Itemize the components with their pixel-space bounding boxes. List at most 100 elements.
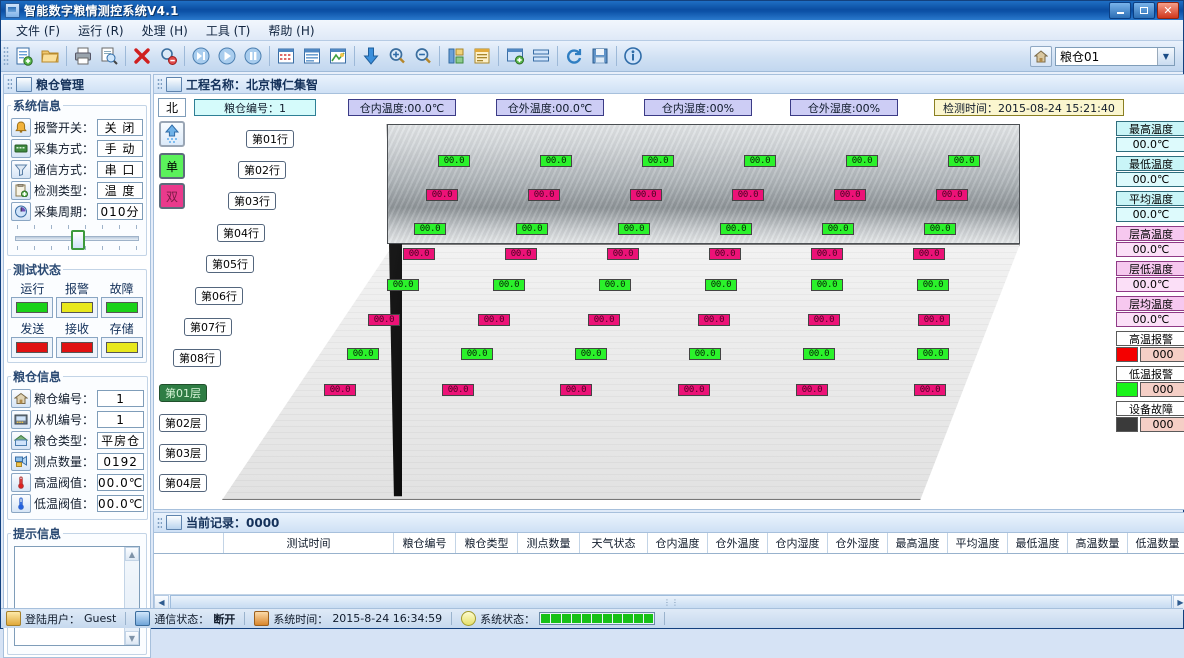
sensor-cell[interactable]: 00.0 [918, 314, 950, 326]
sensor-cell[interactable]: 00.0 [493, 279, 525, 291]
panel-grip[interactable] [7, 78, 12, 90]
records-column-header[interactable]: 高温数量 [1068, 533, 1128, 553]
play-icon[interactable] [214, 43, 240, 69]
open-folder-icon[interactable] [37, 43, 63, 69]
records-column-header[interactable]: 仓外湿度 [828, 533, 888, 553]
sensor-cell[interactable]: 00.0 [442, 384, 474, 396]
records-column-header[interactable]: 仓外温度 [708, 533, 768, 553]
records-column-header[interactable]: 低温数量 [1128, 533, 1184, 553]
chart-image-icon[interactable] [325, 43, 351, 69]
refresh-icon[interactable] [561, 43, 587, 69]
menu-run[interactable]: 运行 (R) [69, 20, 133, 41]
sensor-cell[interactable]: 00.0 [803, 348, 835, 360]
sensor-cell[interactable]: 00.0 [808, 314, 840, 326]
rows-icon[interactable] [528, 43, 554, 69]
zoom-out-icon[interactable] [410, 43, 436, 69]
sensor-cell[interactable]: 00.0 [678, 384, 710, 396]
sensor-cell[interactable]: 00.0 [811, 279, 843, 291]
records-column-header[interactable]: 测点数量 [518, 533, 580, 553]
layer-label-1[interactable]: 第01层 [159, 384, 207, 402]
records-column-header[interactable]: 测试时间 [224, 533, 394, 553]
records-column-header[interactable]: 粮仓编号 [394, 533, 456, 553]
download-icon[interactable] [358, 43, 384, 69]
zoom-in-icon[interactable] [384, 43, 410, 69]
layer-label-2[interactable]: 第02层 [159, 414, 207, 432]
pause-icon[interactable] [240, 43, 266, 69]
layer-label-3[interactable]: 第03层 [159, 444, 207, 462]
toolbar-grip[interactable] [3, 46, 9, 66]
sensor-cell[interactable]: 00.0 [705, 279, 737, 291]
sensor-cell[interactable]: 00.0 [709, 248, 741, 260]
report-icon[interactable] [469, 43, 495, 69]
sensor-cell[interactable]: 00.0 [913, 248, 945, 260]
search-remove-icon[interactable] [155, 43, 181, 69]
chevron-down-icon[interactable]: ▼ [1157, 47, 1174, 65]
menu-file[interactable]: 文件 (F) [7, 20, 69, 41]
list-icon[interactable] [299, 43, 325, 69]
menu-process[interactable]: 处理 (H) [133, 20, 197, 41]
sensor-cell[interactable]: 00.0 [505, 248, 537, 260]
sensor-cell[interactable]: 00.0 [461, 348, 493, 360]
hint-scrollbar[interactable]: ▲ ▼ [124, 547, 139, 645]
sensor-cell[interactable]: 00.0 [560, 384, 592, 396]
print-preview-icon[interactable] [96, 43, 122, 69]
silo-combo[interactable]: 粮仓01 ▼ [1055, 46, 1175, 66]
sensor-cell[interactable]: 00.0 [917, 348, 949, 360]
records-column-header[interactable]: 天气状态 [580, 533, 648, 553]
collect-mode-value[interactable]: 手 动 [97, 140, 143, 157]
window-add-icon[interactable] [502, 43, 528, 69]
menu-tools[interactable]: 工具 (T) [197, 20, 260, 41]
grid-icon[interactable] [273, 43, 299, 69]
records-column-header[interactable]: 仓内温度 [648, 533, 708, 553]
single-mode-button[interactable]: 单 [159, 153, 185, 179]
records-column-header[interactable] [154, 533, 224, 553]
records-column-header[interactable]: 最高温度 [888, 533, 948, 553]
north-arrow-button[interactable] [159, 121, 185, 147]
panel-grip[interactable] [157, 516, 162, 529]
alarm-switch-value[interactable]: 关 闭 [97, 119, 143, 136]
silo-type-value[interactable]: 平房仓 [97, 432, 145, 449]
records-column-header[interactable]: 最低温度 [1008, 533, 1068, 553]
sensor-cell[interactable]: 00.0 [324, 384, 356, 396]
comm-mode-value[interactable]: 串 口 [97, 161, 143, 178]
low-threshold-value[interactable]: 00.0℃ [97, 495, 145, 512]
sensor-cell[interactable]: 00.0 [689, 348, 721, 360]
records-column-header[interactable]: 粮仓类型 [456, 533, 518, 553]
sensor-cell[interactable]: 00.0 [588, 314, 620, 326]
records-column-header[interactable]: 仓内湿度 [768, 533, 828, 553]
sensor-cell[interactable]: 00.0 [599, 279, 631, 291]
panel-grip[interactable] [157, 78, 162, 90]
sensor-cell[interactable]: 00.0 [368, 314, 400, 326]
silo-number-value[interactable]: 1 [97, 390, 145, 407]
hscroll-thumb[interactable]: ⋮⋮ [170, 595, 1172, 609]
double-mode-button[interactable]: 双 [159, 183, 185, 209]
sensor-cell[interactable]: 00.0 [917, 279, 949, 291]
records-table-body[interactable] [154, 554, 1184, 594]
collect-cycle-value[interactable]: 010分 [97, 203, 143, 220]
point-count-value[interactable]: 0192 [97, 453, 145, 470]
close-button[interactable]: ✕ [1157, 2, 1179, 19]
sensor-cell[interactable]: 00.0 [403, 248, 435, 260]
new-file-icon[interactable] [11, 43, 37, 69]
info-icon[interactable] [620, 43, 646, 69]
slave-number-value[interactable]: 1 [97, 411, 145, 428]
maximize-button[interactable] [1133, 2, 1155, 19]
high-threshold-value[interactable]: 00.0℃ [97, 474, 145, 491]
save-icon[interactable] [587, 43, 613, 69]
layer-label-4[interactable]: 第04层 [159, 474, 207, 492]
scroll-down-icon[interactable]: ▼ [125, 631, 139, 645]
records-column-header[interactable]: 平均温度 [948, 533, 1008, 553]
sensor-cell[interactable]: 00.0 [478, 314, 510, 326]
sensor-cell[interactable]: 00.0 [698, 314, 730, 326]
sensor-cell[interactable]: 00.0 [607, 248, 639, 260]
compass-north-button[interactable]: 北 [158, 98, 186, 117]
sensor-cell[interactable]: 00.0 [811, 248, 843, 260]
hint-textarea[interactable]: ▲ ▼ [14, 546, 140, 646]
print-icon[interactable] [70, 43, 96, 69]
sensor-cell[interactable]: 00.0 [387, 279, 419, 291]
sensor-cell[interactable]: 00.0 [347, 348, 379, 360]
skip-icon[interactable] [188, 43, 214, 69]
columns-icon[interactable] [443, 43, 469, 69]
sensor-cell[interactable]: 00.0 [796, 384, 828, 396]
slider-thumb[interactable] [71, 230, 85, 250]
